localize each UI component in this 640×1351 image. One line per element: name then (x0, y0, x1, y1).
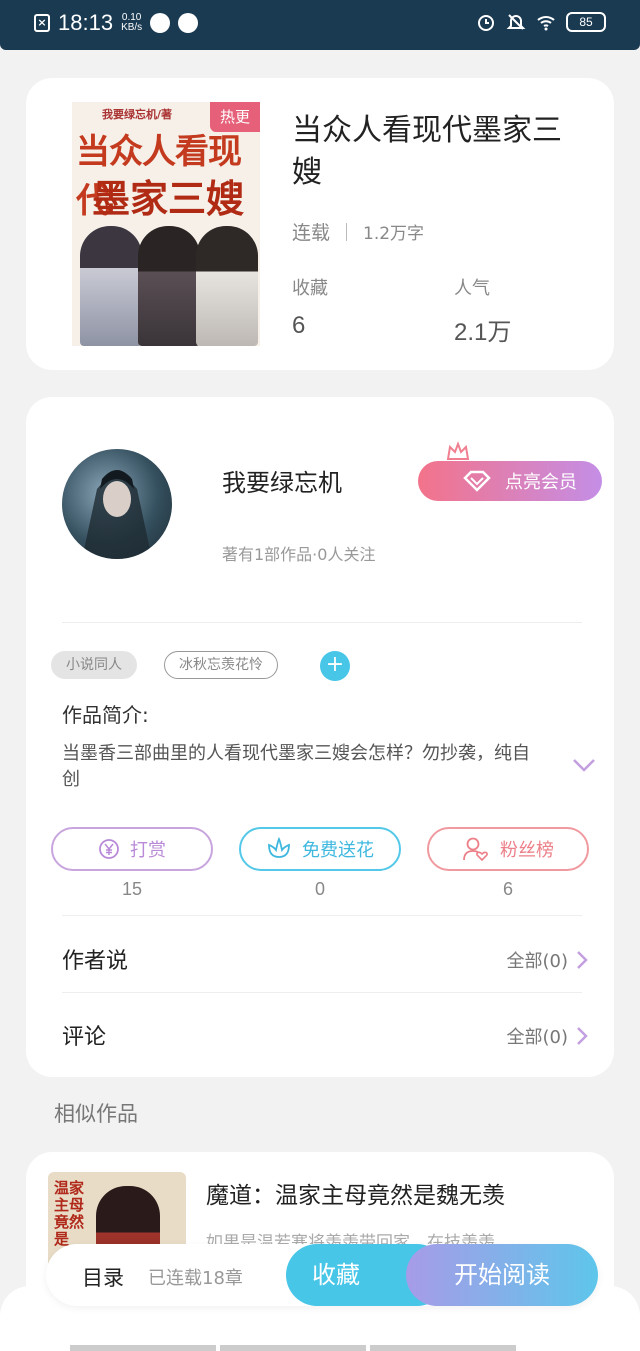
flower-count: 0 (314, 879, 325, 899)
reward-count: 15 (121, 879, 143, 899)
meta-divider (346, 222, 348, 241)
author-says-count: 全部(0) (506, 951, 569, 972)
cover-figure-right (196, 226, 258, 346)
similar-works-heading: 相似作品 (54, 1102, 138, 1126)
book-title: 当众人看现代墨家三嫂 (292, 113, 562, 190)
notification-x-icon: × (34, 14, 50, 32)
network-speed: 0.10 KB/s (121, 13, 142, 33)
flower-icon (268, 837, 290, 858)
crown-icon (446, 441, 470, 460)
comments-link[interactable]: 全部(0) (507, 1023, 589, 1049)
chevron-right-icon (577, 951, 588, 969)
cover-title-line2: 墨家三嫂 (92, 176, 245, 221)
app-notification-icon (178, 13, 199, 33)
author-works-info: 著有1部作品·0人关注 (222, 545, 376, 564)
alarm-icon (478, 15, 494, 31)
book-status: 连载 (292, 222, 331, 244)
comments-label: 评论 (62, 1025, 107, 1050)
intro-text: 当墨香三部曲里的人看现代墨家三嫂会怎样？勿抄袭，纯自创 (62, 743, 530, 790)
divider (62, 915, 582, 916)
similar-work-title: 魔道：温家主母竟然是魏无羡 (206, 1183, 505, 1209)
popularity-label: 人气 (454, 278, 490, 299)
fan-heart-icon (463, 837, 488, 862)
similar-cover-text: 温家主母竟然是 (54, 1179, 85, 1248)
battery-indicator: 85 (566, 12, 606, 32)
cover-figure-left (80, 226, 142, 346)
pairing-tag[interactable]: 冰秋忘羡花怜 (164, 651, 278, 679)
favorites-label: 收藏 (292, 278, 328, 299)
speedometer-icon (150, 13, 171, 33)
table-of-contents-button[interactable]: 目录 (82, 1262, 124, 1292)
reward-button[interactable]: 打赏 (51, 827, 213, 871)
favorites-value: 6 (292, 312, 306, 339)
book-meta: 连载 1.2万字 (292, 218, 424, 245)
cover-author-text: 我要绿忘机/著 (102, 108, 173, 121)
fan-ranking-button[interactable]: 粉丝榜 (427, 827, 589, 871)
book-cover[interactable]: 我要绿忘机/著 当众人看现代 墨家三嫂 热更 (72, 102, 260, 346)
author-avatar[interactable] (62, 449, 172, 559)
chapter-count: 已连载18章 (148, 1268, 243, 1289)
status-right: 85 (476, 12, 606, 32)
word-count: 1.2万字 (363, 224, 425, 244)
category-tag[interactable]: 小说同人 (51, 651, 137, 679)
author-says-link[interactable]: 全部(0) (507, 947, 589, 973)
popularity-value: 2.1万 (454, 319, 512, 346)
diamond-icon (463, 470, 491, 492)
author-says-label: 作者说 (62, 949, 129, 974)
cover-figure-middle (138, 226, 200, 346)
vip-button-label: 点亮会员 (505, 472, 577, 493)
clock: 18:13 (58, 10, 114, 35)
wifi-icon (537, 16, 555, 31)
send-flower-button[interactable]: 免费送花 (239, 827, 401, 871)
avatar-art-icon (82, 470, 152, 559)
popularity-stat: 人气 2.1万 (454, 274, 511, 347)
send-flower-label: 免费送花 (302, 840, 374, 861)
expand-chevron-down-icon[interactable] (572, 757, 596, 773)
book-info-card: 我要绿忘机/著 当众人看现代 墨家三嫂 热更 当众人看现代墨家三嫂 连载 1.2… (26, 78, 614, 370)
author-card: 我要绿忘机 点亮会员 著有1部作品·0人关注 小说同人 冰秋忘羡花怜 + 作品简… (26, 397, 614, 1077)
add-tag-button[interactable]: + (320, 651, 350, 681)
bottom-action-bar: 目录 已连载18章 收藏 开始阅读 (46, 1244, 598, 1306)
status-bar: × 18:13 0.10 KB/s 85 (0, 0, 640, 50)
intro-label: 作品简介: (62, 703, 149, 727)
divider (62, 992, 582, 993)
reward-label: 打赏 (130, 840, 166, 861)
author-name[interactable]: 我要绿忘机 (222, 463, 342, 498)
light-up-vip-button[interactable]: 点亮会员 (418, 461, 602, 501)
speed-unit: KB/s (121, 22, 143, 33)
start-reading-button[interactable]: 开始阅读 (406, 1244, 598, 1306)
chevron-right-icon (577, 1027, 588, 1045)
yen-coin-icon (99, 839, 119, 859)
fan-count: 6 (502, 879, 513, 899)
favorites-stat: 收藏 6 (292, 274, 328, 340)
bottom-placeholder-lines (70, 1345, 516, 1351)
divider (62, 622, 582, 623)
comments-count: 全部(0) (506, 1027, 569, 1048)
mute-bell-icon (506, 14, 526, 30)
hot-update-badge: 热更 (210, 102, 260, 132)
status-left: × 18:13 0.10 KB/s (34, 10, 199, 36)
fan-ranking-label: 粉丝榜 (500, 840, 554, 861)
